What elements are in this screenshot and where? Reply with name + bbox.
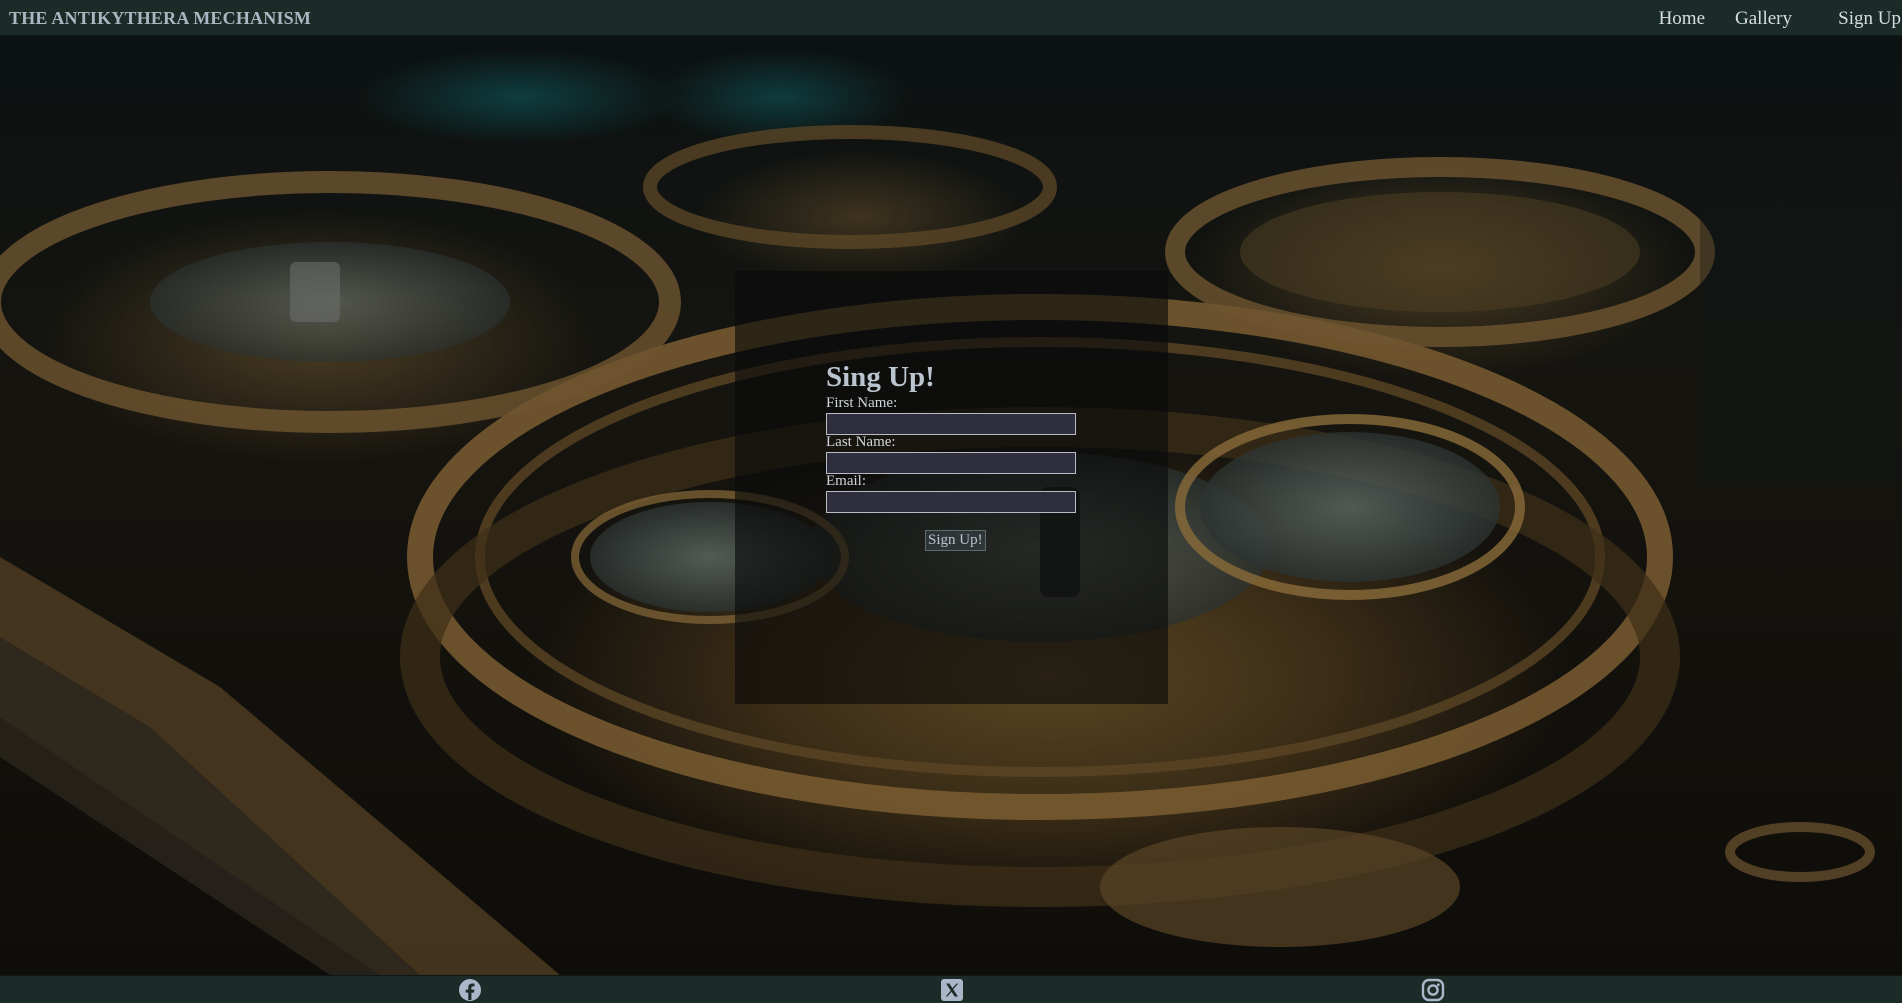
form-title: Sing Up!	[826, 361, 935, 393]
instagram-icon	[1421, 978, 1445, 1002]
facebook-link[interactable]	[457, 978, 483, 1002]
site-brand-link[interactable]: THE ANTIKYTHERA MECHANISM	[9, 8, 311, 29]
nav-signup-link[interactable]: Sign Up	[1838, 8, 1901, 30]
email-input[interactable]	[826, 491, 1076, 513]
email-label: Email:	[826, 473, 866, 489]
instagram-link[interactable]	[1420, 978, 1446, 1002]
signup-submit-button[interactable]: Sign Up!	[925, 530, 986, 551]
page: THE ANTIKYTHERA MECHANISM Home Gallery S…	[0, 0, 1902, 1003]
first-name-label: First Name:	[826, 395, 898, 411]
top-navbar: THE ANTIKYTHERA MECHANISM Home Gallery S…	[0, 0, 1902, 37]
x-twitter-link[interactable]	[939, 978, 965, 1002]
x-twitter-icon	[941, 979, 963, 1001]
signup-form-panel: Sing Up! First Name: Last Name: Email: S…	[735, 271, 1168, 704]
nav-gallery-link[interactable]: Gallery	[1735, 8, 1792, 30]
footer	[0, 975, 1902, 1003]
first-name-input[interactable]	[826, 413, 1076, 435]
last-name-label: Last Name:	[826, 434, 896, 450]
last-name-input[interactable]	[826, 452, 1076, 474]
nav-home-link[interactable]: Home	[1659, 8, 1705, 30]
facebook-icon	[459, 979, 481, 1001]
